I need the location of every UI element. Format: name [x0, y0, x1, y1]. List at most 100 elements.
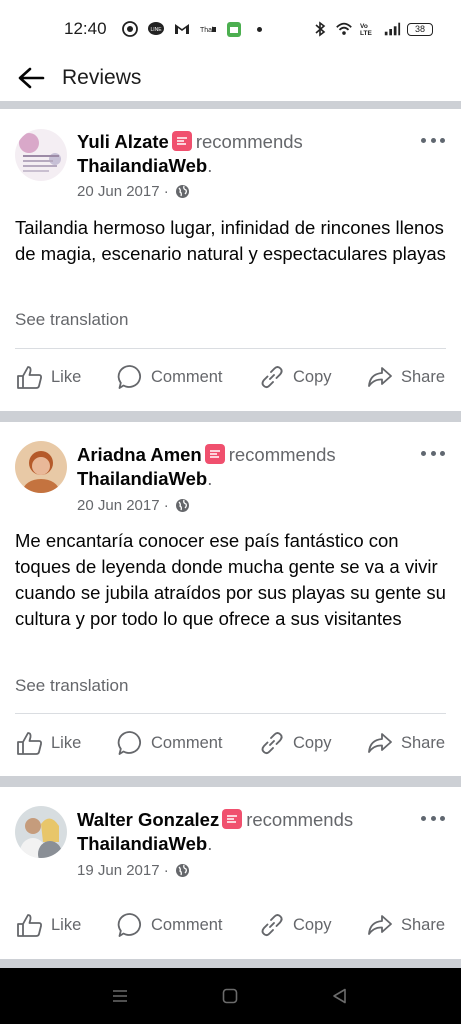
author-name[interactable]: Yuli Alzate	[77, 131, 169, 152]
share-button[interactable]: Share	[367, 365, 445, 389]
bluetooth-icon	[311, 20, 329, 38]
review-post: Yuli Alzate recommends ThailandiaWeb. 20 J…	[0, 109, 461, 411]
avatar[interactable]	[15, 129, 67, 181]
like-button[interactable]: Like	[16, 365, 81, 390]
copy-button[interactable]: Copy	[259, 364, 332, 390]
home-button[interactable]	[220, 986, 240, 1006]
whatsapp-icon	[121, 20, 139, 38]
comment-icon	[117, 913, 141, 937]
notification-icons: LINE Thai	[121, 20, 262, 38]
recommends-label: recommends	[195, 131, 303, 152]
copy-button[interactable]: Copy	[259, 912, 332, 938]
post-text: Tailandia hermoso lugar, infinidad de ri…	[15, 217, 446, 264]
calendar-icon	[225, 20, 243, 38]
author-name[interactable]: Ariadna Amen	[77, 444, 202, 465]
svg-text:Vo: Vo	[360, 23, 368, 30]
post-date[interactable]: 20 Jun 2017 ·	[77, 183, 169, 200]
link-icon	[261, 732, 283, 755]
comment-icon	[117, 365, 141, 389]
avatar[interactable]	[15, 441, 67, 493]
thumbs-up-icon	[17, 913, 42, 937]
share-icon	[368, 367, 392, 387]
comment-button[interactable]: Comment	[117, 730, 223, 756]
comment-button[interactable]: Comment	[117, 912, 223, 938]
recommends-label: recommends	[246, 809, 354, 830]
share-label: Share	[401, 367, 446, 386]
globe-icon	[175, 864, 189, 877]
copy-button[interactable]: Copy	[259, 730, 332, 756]
recent-apps-button[interactable]	[110, 986, 130, 1006]
more-notifications-dot	[256, 26, 262, 32]
copy-label: Copy	[293, 367, 332, 386]
back-button[interactable]	[16, 63, 46, 93]
triangle-back-icon	[333, 988, 346, 1004]
page-link[interactable]: ThailandiaWeb	[77, 468, 207, 489]
globe-icon	[175, 499, 189, 512]
post-actions: Like Comment Copy Share	[0, 905, 461, 945]
arrow-left-icon	[18, 67, 45, 89]
page-link[interactable]: ThailandiaWeb	[77, 833, 207, 854]
volte-icon: Vo LTE	[359, 20, 377, 38]
comment-icon	[117, 731, 141, 755]
see-translation-link[interactable]: See translation	[15, 310, 128, 330]
post-meta: 20 Jun 2017 ·	[77, 183, 190, 200]
page-title: Reviews	[62, 66, 142, 89]
share-label: Share	[401, 915, 446, 934]
like-label: Like	[51, 733, 82, 752]
post-divider	[0, 411, 461, 422]
post-actions: Like Comment Copy Share	[0, 357, 461, 397]
svg-text:LINE: LINE	[150, 27, 162, 33]
back-nav-button[interactable]	[330, 986, 350, 1006]
post-actions: Like Comment Copy Share	[0, 723, 461, 763]
link-icon	[261, 366, 283, 389]
battery-icon: 38	[407, 22, 433, 36]
like-button[interactable]: Like	[16, 913, 81, 938]
avatar[interactable]	[15, 806, 67, 858]
post-header: Walter Gonzalez recommends ThailandiaWeb.	[77, 809, 354, 854]
svg-text:Thai: Thai	[200, 27, 214, 34]
system-icons: Vo LTE 38	[311, 20, 433, 38]
share-button[interactable]: Share	[367, 913, 445, 937]
thumbs-up-icon	[17, 365, 42, 389]
wifi-icon	[335, 20, 353, 38]
post-meta: 20 Jun 2017 ·	[77, 497, 190, 514]
more-options-button[interactable]	[421, 133, 445, 147]
see-translation-link[interactable]: See translation	[15, 676, 128, 696]
thai-news-icon: Thai	[199, 20, 217, 38]
svg-text:LTE: LTE	[360, 30, 372, 37]
like-button[interactable]: Like	[16, 731, 81, 756]
thumbs-up-icon	[17, 731, 42, 755]
post-date[interactable]: 20 Jun 2017 ·	[77, 497, 169, 514]
menu-icon	[113, 990, 127, 1002]
recommendation-badge-icon	[204, 444, 225, 464]
globe-icon	[175, 185, 189, 198]
share-button[interactable]: Share	[367, 731, 445, 755]
system-navigation-bar	[0, 968, 461, 1024]
signal-icon	[383, 20, 401, 38]
status-bar: 12:40 LINE Thai Vo LTE 38	[0, 0, 461, 58]
status-time: 12:40	[64, 19, 107, 38]
page-link[interactable]: ThailandiaWeb	[77, 155, 207, 176]
author-name[interactable]: Walter Gonzalez	[77, 809, 219, 830]
link-icon	[261, 914, 283, 937]
post-text: Me encantaría conocer ese país fantástic…	[15, 530, 446, 629]
comment-label: Comment	[151, 733, 223, 752]
comment-button[interactable]: Comment	[117, 364, 223, 390]
line-icon: LINE	[147, 20, 165, 38]
recommendation-badge-icon	[171, 131, 192, 151]
share-icon	[368, 733, 392, 753]
more-options-button[interactable]	[421, 446, 445, 460]
recommendation-badge-icon	[222, 809, 243, 829]
header-divider	[0, 101, 461, 109]
comment-label: Comment	[151, 915, 223, 934]
post-date[interactable]: 19 Jun 2017 ·	[77, 862, 169, 879]
review-post: Walter Gonzalez recommends ThailandiaWeb. …	[0, 787, 461, 959]
post-header: Yuli Alzate recommends ThailandiaWeb.	[77, 131, 303, 176]
like-label: Like	[51, 367, 82, 386]
more-options-button[interactable]	[421, 811, 445, 825]
gmail-icon	[173, 20, 191, 38]
action-separator	[15, 713, 446, 714]
share-icon	[368, 915, 392, 935]
post-meta: 19 Jun 2017 ·	[77, 862, 190, 879]
post-header: Ariadna Amen recommends ThailandiaWeb.	[77, 444, 336, 489]
